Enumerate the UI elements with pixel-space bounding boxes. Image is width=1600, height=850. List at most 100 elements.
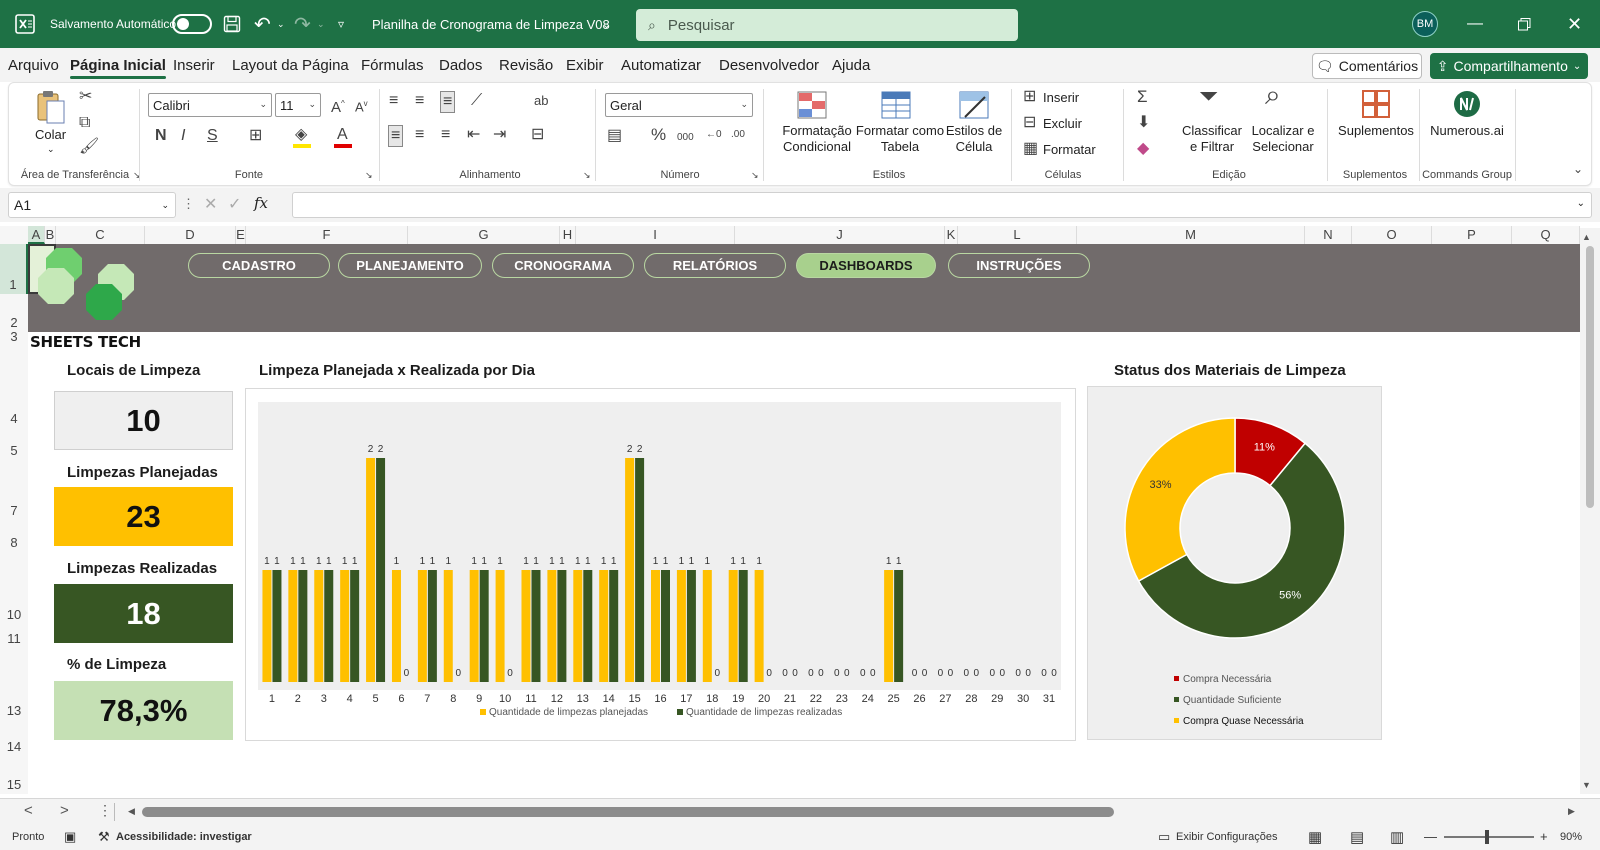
menu-revisao[interactable]: Revisão — [499, 57, 553, 74]
numerous-icon[interactable] — [1453, 90, 1481, 123]
display-settings-icon[interactable]: ▭ — [1158, 829, 1170, 845]
customize-toolbar-icon[interactable]: ▿ — [338, 0, 344, 48]
nav-cronograma[interactable]: CRONOGRAMA — [492, 253, 634, 278]
zoom-out-icon[interactable]: — — [1424, 829, 1437, 844]
sort-filter-icon[interactable]: ⏷ — [1199, 85, 1218, 109]
find-select-label[interactable]: Localizar e Selecionar — [1247, 123, 1319, 155]
col-header-b[interactable]: B — [45, 226, 56, 244]
page-layout-view-icon[interactable]: ▤ — [1350, 828, 1364, 846]
collapse-ribbon-icon[interactable]: ⌄ — [1573, 161, 1583, 177]
align-middle-icon[interactable]: ≡ — [415, 93, 424, 109]
increase-decimal-icon[interactable]: ←0 — [706, 127, 722, 143]
row-header-11[interactable]: 11 — [0, 624, 28, 648]
file-title[interactable]: Planilha de Cronograma de Limpeza V08 — [372, 0, 610, 48]
minimize-icon[interactable]: — — [1467, 0, 1483, 48]
align-right-icon[interactable]: ≡ — [441, 127, 450, 143]
name-box[interactable]: A1 ⌄ — [8, 192, 176, 218]
row-header-1[interactable]: 1 — [0, 244, 28, 294]
decrease-indent-icon[interactable]: ⇤ — [467, 127, 480, 143]
col-header-q[interactable]: Q — [1512, 226, 1580, 244]
col-header-c[interactable]: C — [56, 226, 145, 244]
nav-dashboards[interactable]: DASHBOARDS — [796, 253, 936, 278]
addins-label[interactable]: Suplementos — [1335, 123, 1417, 139]
menu-automatizar[interactable]: Automatizar — [621, 57, 701, 74]
thousands-icon[interactable]: 000 — [677, 130, 694, 146]
accessibility-status[interactable]: Acessibilidade: investigar — [116, 831, 252, 843]
wrap-text-icon[interactable]: ab — [534, 93, 548, 109]
menu-inserir[interactable]: Inserir — [173, 57, 215, 74]
col-header-j[interactable]: J — [735, 226, 945, 244]
font-color-icon[interactable]: A — [337, 127, 348, 143]
fill-color-icon[interactable]: ◈ — [295, 127, 307, 143]
insert-cells-icon[interactable]: ⊞ — [1023, 89, 1036, 105]
nav-cadastro[interactable]: CADASTRO — [188, 253, 330, 278]
dialog-launcher-icon[interactable]: ↘ — [365, 167, 373, 183]
col-header-k[interactable]: K — [945, 226, 958, 244]
format-table-icon[interactable] — [881, 91, 911, 124]
col-header-m[interactable]: M — [1077, 226, 1305, 244]
undo-dropdown-icon[interactable]: ⌄ — [277, 0, 285, 48]
more-options-icon[interactable]: ⋮ — [182, 196, 195, 212]
menu-desenvolvedor[interactable]: Desenvolvedor — [719, 57, 819, 74]
borders-icon[interactable]: ⊞ — [249, 128, 262, 144]
user-avatar[interactable]: BM — [1412, 0, 1438, 48]
cut-icon[interactable]: ✂ — [79, 89, 92, 105]
clear-icon[interactable]: ◆ — [1137, 141, 1149, 157]
redo-dropdown-icon[interactable]: ⌄ — [317, 0, 325, 48]
menu-arquivo[interactable]: Arquivo — [8, 57, 59, 74]
bold-icon[interactable]: N — [155, 128, 167, 144]
enter-icon[interactable]: ✓ — [228, 194, 241, 214]
grow-font-icon[interactable]: A^ — [331, 96, 345, 116]
normal-view-icon[interactable]: ▦ — [1308, 828, 1322, 846]
more-sheets-icon[interactable]: ⋮ — [98, 802, 112, 819]
accessibility-icon[interactable]: ⚒ — [98, 829, 110, 845]
display-settings-label[interactable]: Exibir Configurações — [1176, 831, 1278, 843]
menu-layout[interactable]: Layout da Página — [232, 57, 349, 74]
comments-button[interactable]: 🗨 Comentários — [1312, 53, 1422, 79]
menu-pagina-inicial[interactable]: Página Inicial — [70, 57, 166, 79]
close-icon[interactable]: ✕ — [1567, 0, 1582, 48]
row-header-4[interactable]: 4 — [0, 346, 28, 428]
italic-icon[interactable]: I — [181, 128, 185, 144]
col-header-f[interactable]: F — [246, 226, 408, 244]
row-header-7[interactable]: 7 — [0, 460, 28, 520]
format-cells-icon[interactable]: ▦ — [1023, 141, 1038, 157]
nav-planejamento[interactable]: PLANEJAMENTO — [338, 253, 482, 278]
col-header-g[interactable]: G — [408, 226, 560, 244]
delete-cells-icon[interactable]: ⊟ — [1023, 115, 1036, 131]
align-left-icon[interactable]: ≡ — [388, 125, 404, 147]
select-all-corner[interactable] — [0, 226, 28, 244]
menu-dados[interactable]: Dados — [439, 57, 482, 74]
align-center-icon[interactable]: ≡ — [415, 127, 424, 143]
cell-styles-icon[interactable] — [959, 91, 989, 124]
format-cells-label[interactable]: Formatar — [1043, 142, 1096, 158]
merge-center-icon[interactable]: ⊟ — [531, 127, 544, 143]
scroll-right-icon[interactable]: ▶ — [1568, 806, 1575, 817]
dialog-launcher-icon[interactable]: ↘ — [583, 167, 591, 183]
autosum-icon[interactable]: Σ — [1137, 88, 1148, 105]
sort-filter-label[interactable]: Classificar e Filtrar — [1181, 123, 1243, 155]
formula-input[interactable]: ⌄ — [292, 192, 1592, 218]
find-select-icon[interactable]: ⌕ — [1265, 81, 1281, 109]
next-sheet-icon[interactable]: > — [60, 802, 69, 819]
horizontal-scroll-thumb[interactable] — [142, 807, 1114, 817]
cond-format-label[interactable]: Formatação Condicional — [773, 123, 861, 155]
row-header-14[interactable]: 14 — [0, 720, 28, 756]
cell-styles-label[interactable]: Estilos de Célula — [943, 123, 1005, 155]
paste-icon[interactable] — [35, 89, 67, 130]
zoom-slider[interactable] — [1444, 836, 1534, 838]
redo-icon[interactable]: ↷ — [294, 0, 311, 48]
orientation-icon[interactable]: ⟋ — [471, 93, 482, 109]
zoom-level[interactable]: 90% — [1560, 831, 1582, 843]
col-header-a[interactable]: A — [28, 226, 45, 244]
vertical-scrollbar[interactable]: ▲ ▼ — [1580, 228, 1600, 794]
zoom-in-icon[interactable]: + — [1540, 829, 1548, 844]
font-name-select[interactable]: Calibri ⌄ — [148, 93, 272, 117]
autosave-toggle[interactable] — [172, 0, 212, 48]
restore-icon[interactable] — [1518, 0, 1531, 48]
col-header-l[interactable]: L — [958, 226, 1077, 244]
undo-icon[interactable]: ↶ — [254, 0, 271, 48]
col-header-h[interactable]: H — [560, 226, 576, 244]
decrease-decimal-icon[interactable]: .00 — [731, 127, 745, 143]
macro-record-icon[interactable]: ▣ — [64, 829, 76, 845]
